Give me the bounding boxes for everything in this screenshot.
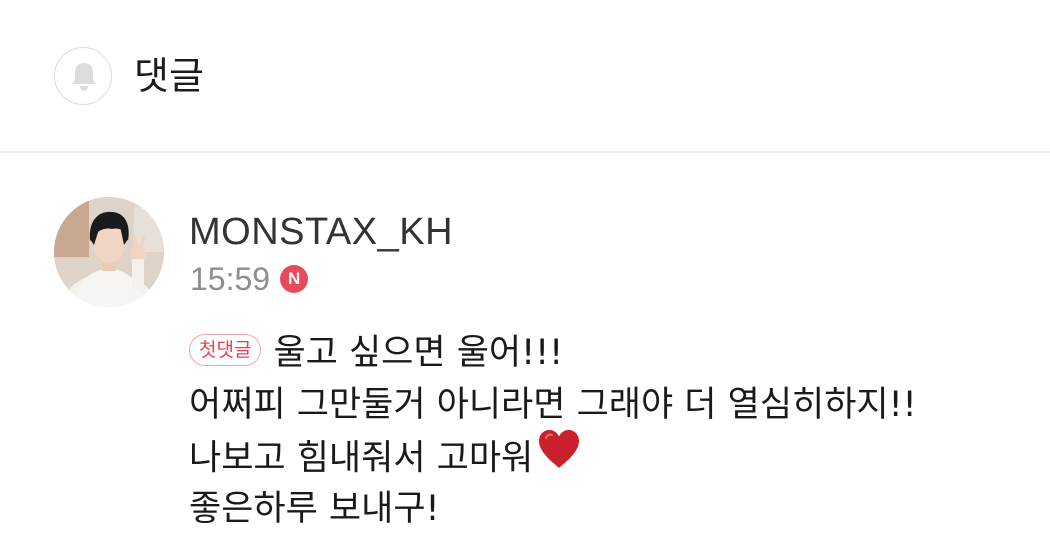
bell-icon	[72, 63, 96, 91]
comment-line-2: 어쩌피 그만둘거 아니라면 그래야 더 열심히하지!!	[189, 379, 1029, 431]
comment-text: 좋은하루 보내구!	[189, 489, 440, 529]
red-heart-icon	[537, 428, 581, 485]
header-divider	[0, 151, 1050, 153]
first-comment-badge: 첫댓글	[189, 334, 262, 366]
comment-body: 첫댓글 울고 싶으면 울어!!! 어쩌피 그만둘거 아니라면 그래야 더 열심히하…	[189, 327, 1029, 535]
comment-line-4: 좋은하루 보내구!	[189, 483, 1029, 535]
avatar[interactable]	[54, 197, 164, 307]
new-badge: N	[280, 265, 309, 293]
comment-line-3: 나보고 힘내줘서 고마워	[189, 428, 1029, 485]
notification-button[interactable]	[54, 47, 112, 105]
comment-author[interactable]: MONSTAX_KH	[189, 208, 453, 256]
page-title: 댓글	[134, 54, 204, 98]
comment-text: 울고 싶으면 울어!!!	[273, 333, 564, 373]
comment-text: 어쩌피 그만둘거 아니라면 그래야 더 열심히하지!!	[189, 385, 917, 425]
comments-header: 댓글	[0, 0, 1050, 152]
comment-time: 15:59	[190, 261, 271, 297]
avatar-photo	[54, 197, 164, 307]
comment-text: 나보고 힘내줘서 고마워	[189, 438, 534, 479]
comment-meta: 15:59 N	[190, 259, 309, 299]
comment-line-1: 첫댓글 울고 싶으면 울어!!!	[189, 327, 1029, 379]
